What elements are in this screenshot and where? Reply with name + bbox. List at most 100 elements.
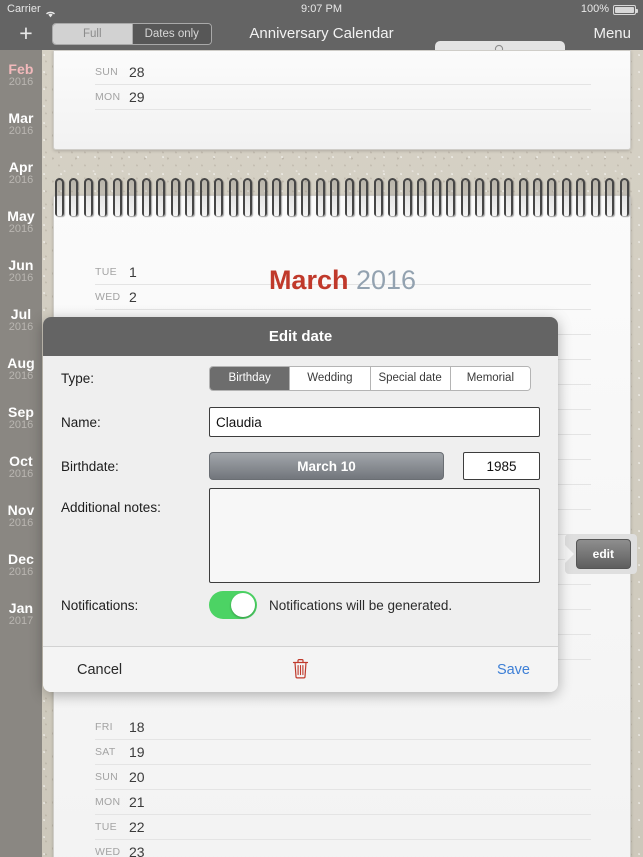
type-row: Type: Birthday Wedding Special date Memo…	[61, 356, 540, 400]
edit-button[interactable]: edit	[575, 539, 631, 569]
day-number: 19	[129, 744, 145, 760]
battery-percent-label: 100%	[580, 3, 609, 15]
calendar-month-title: March 2016	[42, 265, 643, 296]
month-year: 2016	[8, 125, 34, 137]
birthdate-picker-button[interactable]: March 10	[209, 452, 444, 480]
type-option-special-date[interactable]: Special date	[369, 366, 450, 390]
month-abbr: Sep	[8, 404, 34, 420]
notifications-row: Notifications: Notifications will be gen…	[61, 583, 540, 627]
month-sidebar[interactable]: Feb 2016 Mar 2016 Apr 2016 May 2016 Jun …	[0, 50, 42, 857]
name-row: Name:	[61, 400, 540, 444]
dialog-title: Edit date	[43, 317, 558, 356]
month-abbr: May	[7, 208, 35, 224]
edit-date-dialog: Edit date Type: Birthday Wedding Special…	[43, 317, 558, 692]
day-of-week: MON	[95, 91, 121, 103]
name-label: Name:	[61, 414, 101, 430]
trash-icon[interactable]	[43, 658, 558, 679]
sidebar-item-mar[interactable]: Mar 2016	[0, 99, 42, 148]
type-segmented-control[interactable]: Birthday Wedding Special date Memorial	[209, 365, 531, 391]
month-year: 2016	[8, 566, 34, 578]
notifications-label: Notifications:	[61, 597, 139, 613]
dialog-footer: Cancel Save	[43, 646, 558, 692]
day-of-week: TUE	[95, 821, 117, 833]
sidebar-item-apr[interactable]: Apr 2016	[0, 148, 42, 197]
birthdate-row: Birthdate: March 10	[61, 444, 540, 488]
month-abbr: Feb	[8, 61, 34, 77]
notifications-status-text: Notifications will be generated.	[269, 597, 453, 613]
month-abbr: Aug	[7, 355, 35, 371]
birth-year-input[interactable]	[463, 452, 540, 480]
toggle-knob	[231, 593, 255, 617]
list-item[interactable]: MON 29	[95, 85, 591, 110]
day-of-week: WED	[95, 846, 121, 857]
type-option-birthday[interactable]: Birthday	[210, 366, 290, 390]
sidebar-item-jun[interactable]: Jun 2016	[0, 246, 42, 295]
list-item[interactable]: WED 23	[95, 840, 591, 857]
sidebar-item-dec[interactable]: Dec 2016	[0, 540, 42, 589]
notifications-toggle[interactable]	[209, 591, 257, 619]
list-item[interactable]: SUN 28	[95, 60, 591, 85]
calendar-year: 2016	[355, 265, 417, 295]
list-item[interactable]: SAT 19	[95, 740, 591, 765]
sidebar-item-nov[interactable]: Nov 2016	[0, 491, 42, 540]
sidebar-item-feb[interactable]: Feb 2016	[0, 50, 42, 99]
month-year: 2017	[8, 615, 34, 627]
month-abbr: Dec	[8, 551, 34, 567]
type-option-memorial[interactable]: Memorial	[449, 366, 530, 390]
previous-month-day-list: SUN 28 MON 29	[95, 60, 591, 110]
month-year: 2016	[8, 76, 34, 88]
month-abbr: Mar	[8, 110, 34, 126]
month-year: 2016	[8, 419, 34, 431]
list-item[interactable]: TUE 22	[95, 815, 591, 840]
day-of-week: SAT	[95, 746, 116, 758]
month-abbr: Apr	[8, 159, 34, 175]
day-of-week: SUN	[95, 771, 119, 783]
month-abbr: Nov	[7, 502, 35, 518]
day-number: 23	[129, 844, 145, 857]
save-button[interactable]: Save	[497, 647, 530, 692]
type-label: Type:	[61, 370, 95, 386]
day-number: 20	[129, 769, 145, 785]
list-item[interactable]: MON 21	[95, 790, 591, 815]
menu-button[interactable]: Menu	[593, 18, 631, 50]
battery-icon	[613, 5, 638, 15]
month-abbr: Oct	[9, 453, 33, 469]
list-item[interactable]: SUN 20	[95, 765, 591, 790]
status-bar-right: 100%	[580, 0, 638, 18]
app-root: Carrier 9:07 PM 100% + Full Dates only A…	[0, 0, 643, 857]
sidebar-item-jan[interactable]: Jan 2017	[0, 589, 42, 638]
nav-bar: + Full Dates only Anniversary Calendar M…	[0, 18, 643, 62]
name-input[interactable]	[209, 407, 540, 437]
day-of-week: FRI	[95, 721, 113, 733]
day-number: 28	[129, 64, 145, 80]
edit-chip[interactable]: edit	[564, 534, 637, 574]
day-number: 18	[129, 719, 145, 735]
notes-textarea[interactable]	[209, 488, 540, 583]
month-year: 2016	[8, 174, 34, 186]
month-year: 2016	[8, 223, 34, 235]
dialog-body: Type: Birthday Wedding Special date Memo…	[43, 356, 558, 627]
sidebar-item-may[interactable]: May 2016	[0, 197, 42, 246]
sidebar-item-jul[interactable]: Jul 2016	[0, 295, 42, 344]
birthdate-label: Birthdate:	[61, 458, 119, 474]
month-abbr: Jul	[10, 306, 32, 322]
sidebar-item-sep[interactable]: Sep 2016	[0, 393, 42, 442]
day-of-week: SUN	[95, 66, 119, 78]
list-item[interactable]: FRI 18	[95, 715, 591, 740]
day-number: 21	[129, 794, 145, 810]
day-number: 29	[129, 89, 145, 105]
month-year: 2016	[8, 321, 34, 333]
notes-label: Additional notes:	[61, 500, 161, 515]
sidebar-item-oct[interactable]: Oct 2016	[0, 442, 42, 491]
month-year: 2016	[8, 468, 34, 480]
calendar-month-name: March	[268, 265, 349, 295]
caret-right-icon	[564, 545, 574, 563]
current-month-day-list-bottom: FRI 18 SAT 19 SUN 20 MON 21 TUE 22 WED 2…	[95, 715, 591, 857]
sidebar-item-aug[interactable]: Aug 2016	[0, 344, 42, 393]
notes-row: Additional notes:	[61, 488, 540, 583]
status-bar-time: 9:07 PM	[301, 3, 342, 15]
month-year: 2016	[8, 370, 34, 382]
day-number: 22	[129, 819, 145, 835]
type-option-wedding[interactable]: Wedding	[289, 366, 370, 390]
status-bar: Carrier 9:07 PM 100%	[0, 0, 643, 18]
